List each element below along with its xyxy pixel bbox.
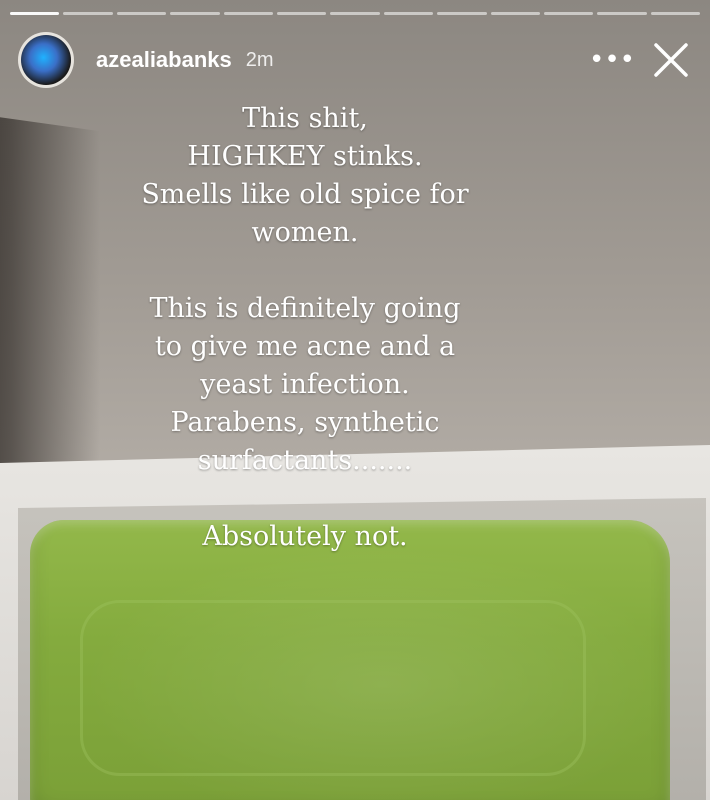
- caption-line: This is definitely going: [149, 293, 461, 324]
- progress-segment: [276, 12, 327, 15]
- progress-segment: [437, 12, 487, 15]
- username[interactable]: azealiabanks: [96, 47, 232, 73]
- progress-segment: [330, 12, 380, 15]
- caption-line: Absolutely not.: [202, 521, 408, 552]
- progress-segment: [223, 12, 273, 15]
- progress-segment: [63, 12, 113, 15]
- avatar[interactable]: [18, 32, 74, 88]
- progress-segment: [10, 12, 60, 15]
- caption-line: This shit,: [242, 103, 368, 134]
- avatar-image: [21, 35, 71, 85]
- story-progress-bar: [10, 12, 701, 15]
- caption-line: surfactants.......: [197, 445, 413, 476]
- soap-emboss: [80, 600, 586, 776]
- caption-line: HIGHKEY stinks.: [187, 141, 423, 172]
- close-icon[interactable]: [650, 39, 692, 81]
- progress-segment: [170, 12, 220, 15]
- caption-line: to give me acne and a: [154, 331, 456, 362]
- caption-line: Parabens, synthetic: [170, 407, 440, 438]
- story-header: azealiabanks 2m •••: [18, 28, 692, 92]
- more-options-icon[interactable]: •••: [589, 40, 635, 80]
- progress-segment: [650, 12, 701, 15]
- progress-segment: [543, 12, 594, 15]
- caption-line: yeast infection.: [200, 369, 410, 400]
- progress-segment: [383, 12, 434, 15]
- progress-segment: [490, 12, 540, 15]
- story-caption: This shit, HIGHKEY stinks. Smells like o…: [40, 100, 570, 556]
- progress-segment: [597, 12, 647, 15]
- timestamp: 2m: [245, 48, 274, 71]
- caption-line: women.: [251, 217, 359, 248]
- progress-segment: [116, 12, 167, 15]
- caption-line: Smells like old spice for: [141, 179, 469, 210]
